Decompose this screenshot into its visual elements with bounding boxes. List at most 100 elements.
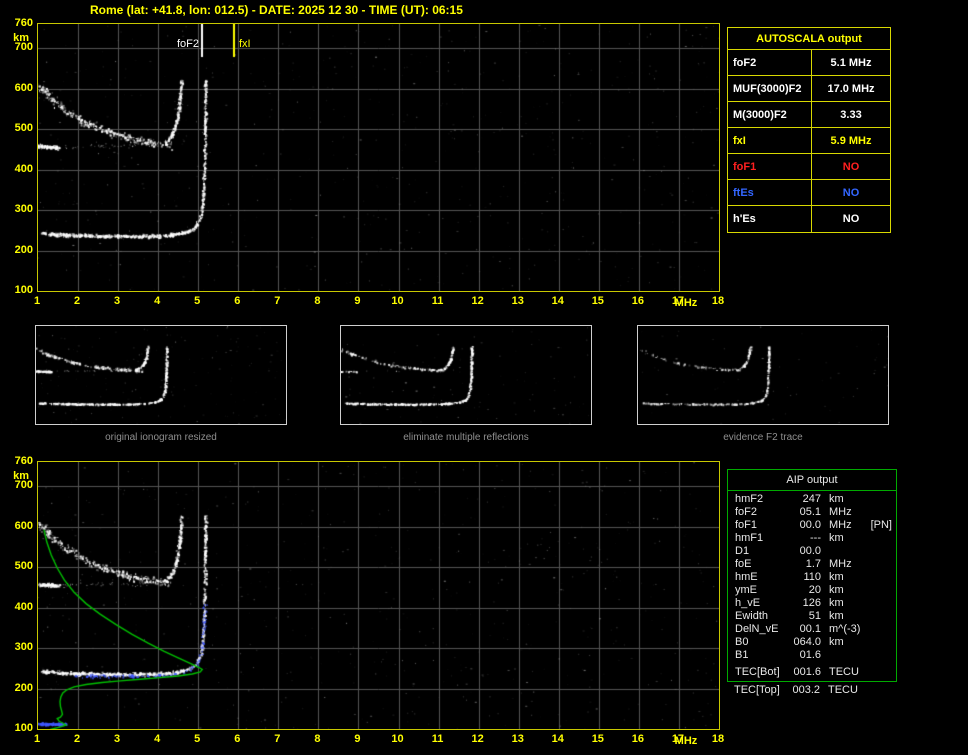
fof2-marker-label: foF2 <box>176 38 199 50</box>
aip-row-fof1: foF1 00.0 MHz [PN] <box>728 519 896 532</box>
x-tick-label: 1 <box>33 295 41 307</box>
x-tick-label: 16 <box>631 733 644 745</box>
y-tick-label: 760 <box>14 455 33 467</box>
aip-param-unit: TECU <box>829 666 859 678</box>
autoscala-param-value: NO <box>842 187 860 199</box>
aip-param-label: hmE <box>735 571 758 583</box>
x-tick-label: 15 <box>591 733 604 745</box>
aip-row-deln-ve: DelN_vE 00.1 m^(-3) <box>728 623 896 636</box>
aip-param-label: foF1 <box>735 519 758 531</box>
x-tick-label: 4 <box>154 295 161 307</box>
x-tick-label: 7 <box>274 733 281 745</box>
aip-row-h-ve: h_vE 126 km <box>728 597 896 610</box>
x-tick-label: 7 <box>274 295 281 307</box>
x-tick-label: 12 <box>471 295 484 307</box>
x-tick-label: 8 <box>314 733 321 745</box>
thumb-caption-original: original ionogram resized <box>105 432 217 443</box>
aip-panel-title: AIP output <box>728 470 896 491</box>
aip-param-label: foF2 <box>735 506 758 518</box>
y-tick-label: 400 <box>14 600 33 613</box>
aip-param-unit: km <box>829 610 844 622</box>
ionogram-plot-bottom <box>37 461 720 730</box>
autoscala-param-value: 5.9 MHz <box>830 135 872 147</box>
autoscala-row-fxi: fxI 5.9 MHz <box>728 128 890 154</box>
aip-param-value: 1.7 <box>805 558 821 570</box>
aip-rows: hmF2 247 km foF2 05.1 MHz foF1 00.0 MHz [PN] hmF1 -… <box>728 491 896 679</box>
aip-param-label: TEC[Bot] <box>735 666 780 678</box>
aip-row-ewidth: Ewidth 51 km <box>728 610 896 623</box>
aip-param-value: 126 <box>802 597 821 609</box>
autoscala-param-label: MUF(3000)F2 <box>728 76 812 101</box>
aip-param-value: 064.0 <box>793 636 821 648</box>
aip-param-label: B1 <box>735 649 749 661</box>
x-tick-label: 10 <box>391 295 404 307</box>
autoscala-row-h-es: h'Es NO <box>728 206 890 232</box>
autoscala-panel-title: AUTOSCALA output <box>728 28 890 50</box>
aip-param-unit: km <box>829 532 844 544</box>
aip-param-unit <box>821 649 829 662</box>
aip-param-unit: km <box>829 584 844 596</box>
y-tick-label: 500 <box>14 560 33 573</box>
thumb-original-ionogram <box>35 325 287 425</box>
y-tick-label: 200 <box>14 681 33 694</box>
aip-param-note: [PN] <box>870 519 892 531</box>
y-tick-label: 600 <box>14 81 33 94</box>
x-tick-label: 13 <box>511 295 524 307</box>
thumb-eliminate-multiples <box>340 325 592 425</box>
autoscala-row-ftes: ftEs NO <box>728 180 890 206</box>
ionogram-plot-top: foF2 fxI <box>37 23 720 292</box>
y-tick-label: 600 <box>14 519 33 532</box>
autoscala-param-value: 5.1 MHz <box>830 57 872 69</box>
aip-param-label: hmF1 <box>735 532 764 544</box>
aip-param-value: 51 <box>808 610 821 622</box>
aip-param-value: 05.1 <box>799 506 821 518</box>
x-tick-label: 5 <box>194 733 201 745</box>
y-unit-label: km <box>13 32 29 44</box>
autoscala-param-value: 3.33 <box>840 109 862 121</box>
x-tick-label: 1 <box>33 733 41 745</box>
x-tick-label: 18 <box>711 733 725 745</box>
aip-row-hme: hmE 110 km <box>728 571 896 584</box>
y-tick-label: 100 <box>14 284 33 296</box>
aip-param-label: Ewidth <box>735 610 769 622</box>
aip-param-label: ymE <box>735 584 757 596</box>
x-tick-label: 4 <box>154 733 161 745</box>
autoscala-param-label: M(3000)F2 <box>728 102 812 127</box>
y-tick-label: 200 <box>14 243 33 256</box>
aip-param-value: 00.0 <box>799 545 821 557</box>
autoscala-param-label: fxI <box>728 128 812 153</box>
aip-row-fof2: foF2 05.1 MHz <box>728 506 896 519</box>
autoscala-param-value: NO <box>842 213 860 225</box>
aip-row-yme: ymE 20 km <box>728 584 896 597</box>
y-tick-label: 300 <box>14 641 33 654</box>
autoscala-window: Rome (lat: +41.8, lon: 012.5) - DATE: 20… <box>0 0 968 755</box>
y-tick-label: 500 <box>14 122 33 135</box>
x-unit-label: MHz <box>674 297 698 309</box>
x-tick-label: 2 <box>73 733 81 745</box>
x-tick-label: 9 <box>354 733 361 745</box>
x-tick-label: 2 <box>73 295 81 307</box>
aip-row-hmf2: hmF2 247 km <box>728 493 896 506</box>
thumb-evidence-f2 <box>637 325 889 425</box>
y-tick-label: 760 <box>14 17 33 29</box>
aip-param-unit: MHz <box>829 506 852 518</box>
aip-param-label: D1 <box>735 545 750 557</box>
aip-param-unit: km <box>829 597 844 609</box>
ionogram-canvas-bottom <box>38 462 719 729</box>
page-title: Rome (lat: +41.8, lon: 012.5) - DATE: 20… <box>90 3 463 17</box>
aip-param-value: 20 <box>808 584 821 596</box>
aip-param-label: B0 <box>735 636 749 648</box>
x-tick-label: 5 <box>194 295 201 307</box>
y-tick-label: 300 <box>14 203 33 216</box>
ionogram-canvas-top <box>38 24 719 291</box>
aip-param-value: 247 <box>802 493 821 505</box>
aip-param-value: 01.6 <box>799 649 821 661</box>
aip-param-unit <box>821 545 829 558</box>
x-tick-label: 11 <box>431 295 444 307</box>
aip-param-label: TEC[Top] <box>734 684 780 696</box>
thumb-canvas-evidence <box>638 326 888 424</box>
thumb-canvas-eliminate <box>341 326 591 424</box>
x-tick-label: 11 <box>431 733 444 745</box>
autoscala-param-label: h'Es <box>728 206 812 232</box>
aip-param-value: 00.0 <box>799 519 821 531</box>
